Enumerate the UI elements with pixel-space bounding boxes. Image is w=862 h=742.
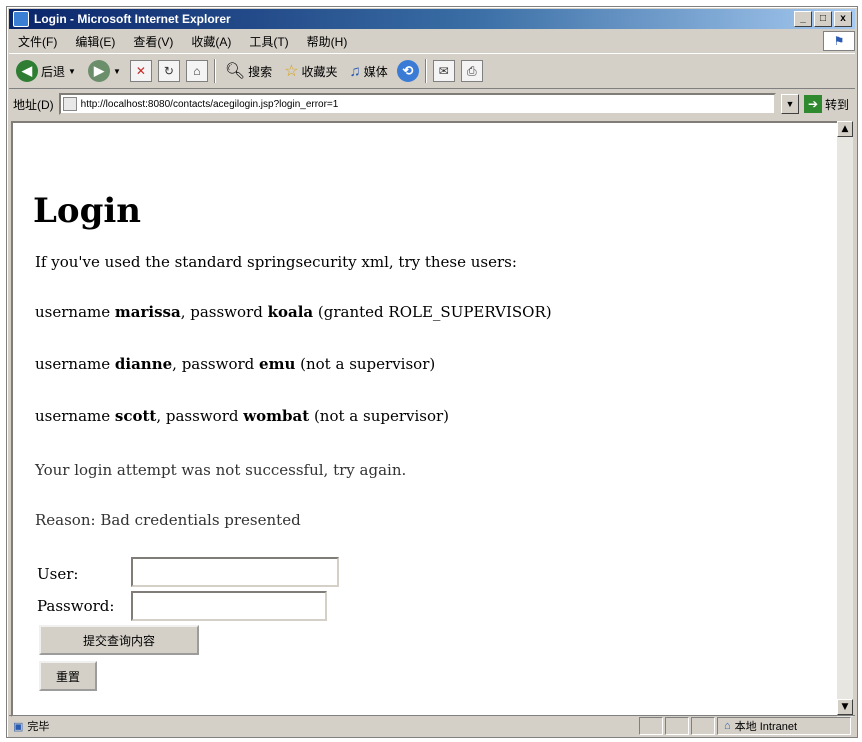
go-button[interactable]: ➔ 转到 [803,95,855,113]
scroll-down-icon[interactable]: ▼ [837,699,853,715]
page-content: Login If you've used the standard spring… [11,121,839,717]
back-arrow-icon: ◀ [16,60,38,82]
role-note: (granted ROLE_SUPERVISOR) [313,303,552,321]
menu-edit[interactable]: 编辑(E) [66,33,124,50]
username-value: marissa [114,303,181,321]
password-value: emu [259,355,296,373]
reset-button[interactable]: 重置 [39,661,97,691]
username-value: scott [114,407,157,425]
window-title: Login - Microsoft Internet Explorer [34,12,231,26]
toolbar-separator [424,59,427,83]
toolbar-separator [213,59,216,83]
menu-file[interactable]: 文件(F) [9,33,66,50]
address-dropdown-icon[interactable]: ▼ [780,94,799,114]
error-reason: Reason: Bad credentials presented [35,511,301,529]
vertical-scrollbar[interactable]: ▲ ▼ [837,121,853,717]
user-line-marissa: username marissa, password koala (grante… [35,303,552,321]
user-line-dianne: username dianne, password emu (not a sup… [35,355,435,373]
user-input[interactable] [131,557,339,587]
media-button[interactable]: ♫ 媒体 [347,61,391,82]
address-url: http://localhost:8080/contacts/acegilogi… [80,98,339,110]
forward-dropdown-icon: ▼ [112,66,121,76]
favorites-star-icon: ☆ [284,63,299,80]
password-prefix: , password [172,355,260,373]
status-cell [691,717,715,735]
print-icon[interactable]: ⎙ [460,60,483,82]
ie-logo-icon [13,11,29,27]
submit-button[interactable]: 提交查询内容 [39,625,199,655]
media-icon: ♫ [349,62,361,80]
user-prefix: username [35,355,115,373]
search-button[interactable]: 🔍︎ 搜索 [222,59,275,83]
status-cell [665,717,689,735]
back-label: 后退 [41,64,66,79]
menu-view[interactable]: 查看(V) [124,33,182,50]
error-message: Your login attempt was not successful, t… [35,461,407,479]
back-button[interactable]: ◀ 后退 ▼ [13,58,79,84]
password-prefix: , password [180,303,268,321]
home-icon[interactable]: ⌂ [185,60,208,82]
intro-text: If you've used the standard springsecuri… [35,253,517,271]
role-note: (not a supervisor) [295,355,436,373]
page-title: Login [33,191,141,231]
menu-bar: 文件(F) 编辑(E) 查看(V) 收藏(A) 工具(T) 帮助(H) ⚑ [9,31,855,51]
refresh-icon[interactable]: ↻ [157,60,180,82]
go-arrow-icon: ➔ [803,95,822,113]
password-prefix: , password [156,407,244,425]
address-label: 地址(D) [13,97,54,112]
go-label: 转到 [824,97,849,112]
media-label: 媒体 [363,64,388,79]
menu-tools[interactable]: 工具(T) [240,33,297,50]
password-label: Password: [37,597,115,615]
password-input[interactable] [131,591,327,621]
close-button[interactable]: x [834,11,852,27]
browser-window: Login - Microsoft Internet Explorer _ □ … [6,6,858,738]
title-bar[interactable]: Login - Microsoft Internet Explorer _ □ … [9,9,855,29]
user-prefix: username [35,407,115,425]
address-bar: 地址(D) http://localhost:8080/contacts/ace… [9,91,855,117]
intranet-zone-icon: ⌂ [724,720,731,732]
status-page-icon: ▣ [13,720,24,733]
menu-help[interactable]: 帮助(H) [298,33,357,50]
status-bar: ▣ 完毕 ⌂ 本地 Intranet [9,715,855,736]
history-icon[interactable]: ⟲ [396,60,419,82]
zone-text: 本地 Intranet [734,721,798,733]
role-note: (not a supervisor) [309,407,450,425]
scroll-up-icon[interactable]: ▲ [837,121,853,137]
page-icon [62,97,77,111]
user-prefix: username [35,303,115,321]
status-text: 完毕 [27,721,50,733]
username-value: dianne [114,355,173,373]
menu-favorites[interactable]: 收藏(A) [182,33,240,50]
search-label: 搜索 [248,64,273,79]
search-icon: 🔍︎ [224,63,246,80]
status-cell [639,717,663,735]
minimize-button[interactable]: _ [794,11,812,27]
windows-flag-icon: ⚑ [823,31,855,51]
forward-arrow-icon: ▶ [87,60,110,82]
favorites-label: 收藏夹 [301,64,338,79]
user-line-scott: username scott, password wombat (not a s… [35,407,449,425]
back-dropdown-icon: ▼ [68,66,76,76]
maximize-button[interactable]: □ [814,11,832,27]
mail-icon[interactable]: ✉ [432,60,455,82]
security-zone: ⌂ 本地 Intranet [717,717,851,735]
password-value: wombat [243,407,310,425]
address-input[interactable]: http://localhost:8080/contacts/acegilogi… [58,93,776,115]
user-label: User: [37,565,79,583]
password-value: koala [267,303,314,321]
favorites-button[interactable]: ☆ 收藏夹 [281,59,340,83]
stop-icon[interactable]: ✕ [129,60,152,82]
forward-button[interactable]: ▶ ▼ [85,58,124,84]
toolbar: ◀ 后退 ▼ ▶ ▼ ✕ ↻ ⌂ 🔍︎ 搜索 ☆ 收藏夹 ♫ 媒体 ⟲ ✉ ⎙ [9,53,855,89]
